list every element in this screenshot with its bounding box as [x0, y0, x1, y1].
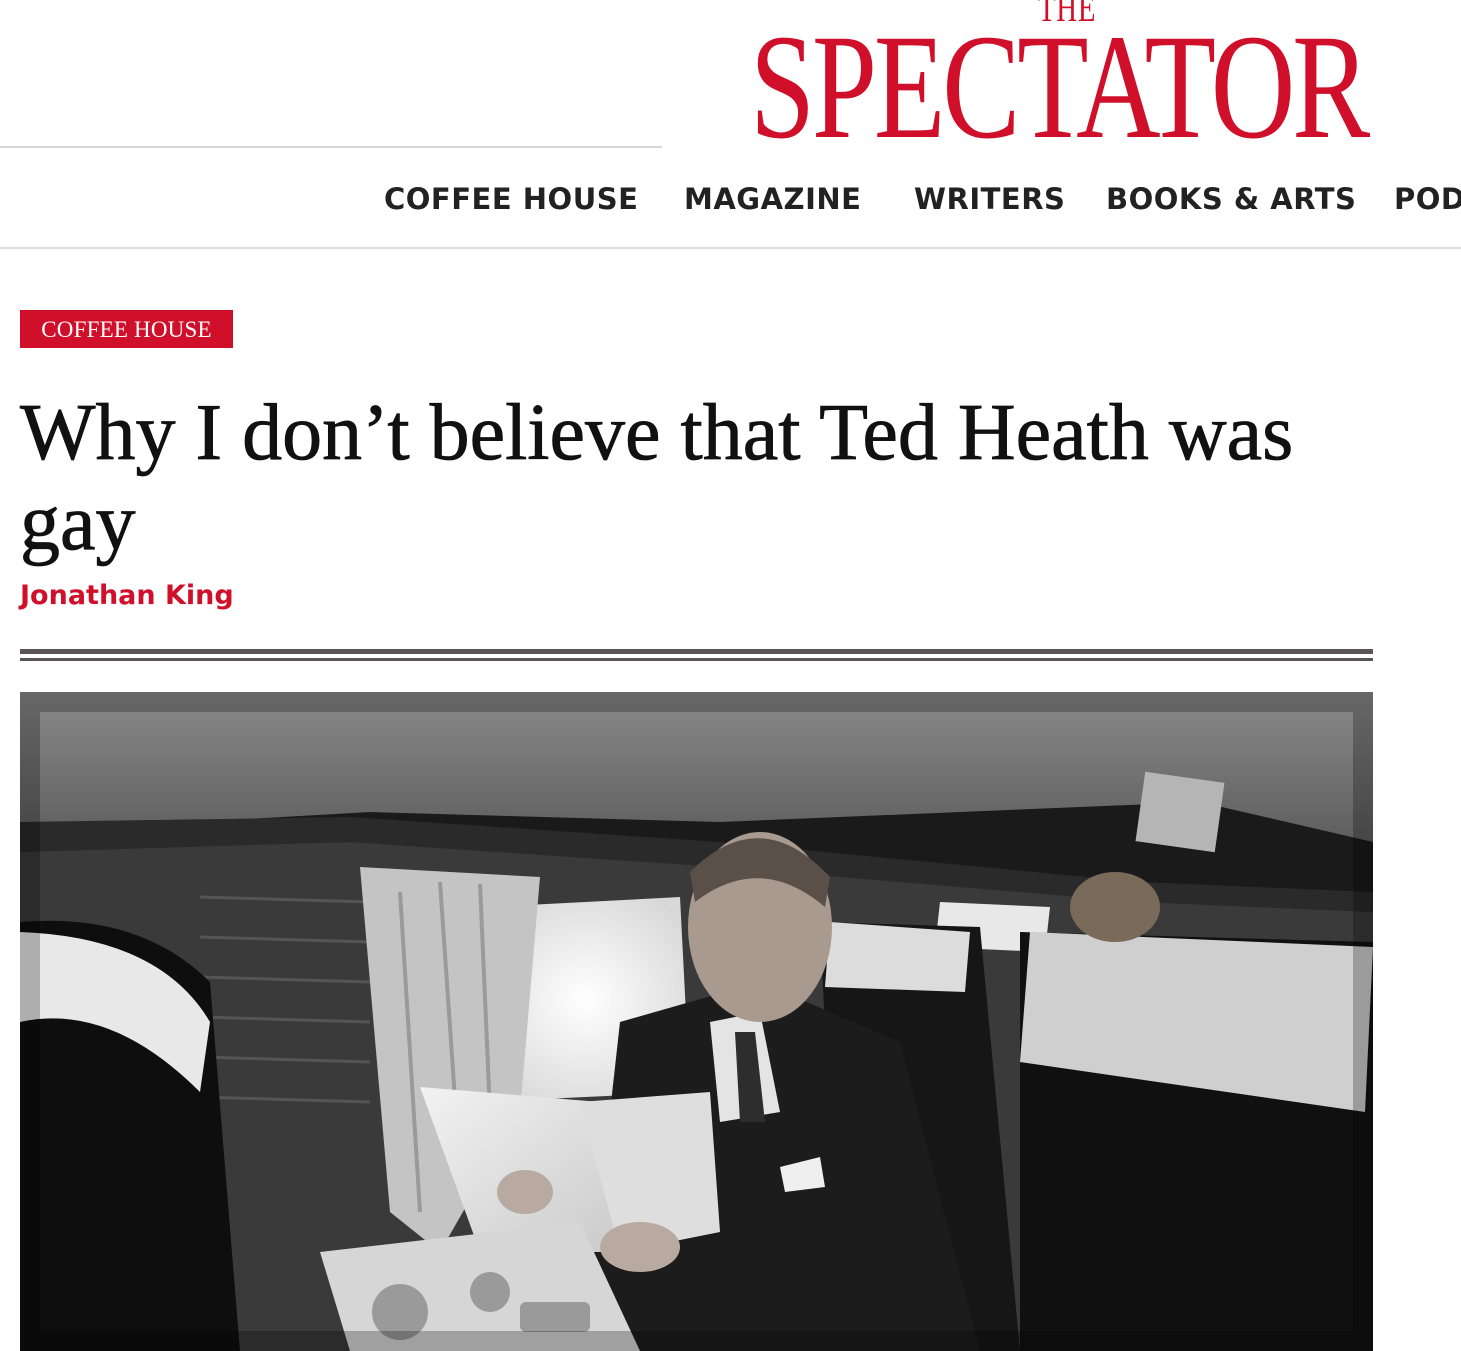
nav-item-magazine[interactable]: MAGAZINE [684, 182, 861, 216]
title-divider [20, 649, 1373, 662]
header-divider [0, 146, 662, 148]
spectator-logo[interactable]: THE SPECTATOR [750, 0, 1410, 162]
site-header: THE SPECTATOR COFFEE HOUSE MAGAZINE WRIT… [0, 0, 1461, 250]
nav-item-podcasts[interactable]: POD [1394, 182, 1461, 216]
nav-item-writers[interactable]: WRITERS [914, 182, 1065, 216]
photo-icon [20, 692, 1373, 1351]
section-badge[interactable]: COFFEE HOUSE [20, 310, 233, 348]
article-hero-photo [20, 692, 1373, 1351]
nav-item-books-arts[interactable]: BOOKS & ARTS [1106, 182, 1356, 216]
nav-divider [0, 247, 1461, 249]
article-title: Why I don’t believe that Ted Heath was g… [20, 389, 1294, 568]
logo-main-text: SPECTATOR [750, 4, 1370, 170]
author-link[interactable]: Jonathan King [20, 580, 234, 611]
nav-item-coffee-house[interactable]: COFFEE HOUSE [384, 182, 638, 216]
main-navigation: COFFEE HOUSE MAGAZINE WRITERS BOOKS & AR… [0, 170, 1461, 234]
